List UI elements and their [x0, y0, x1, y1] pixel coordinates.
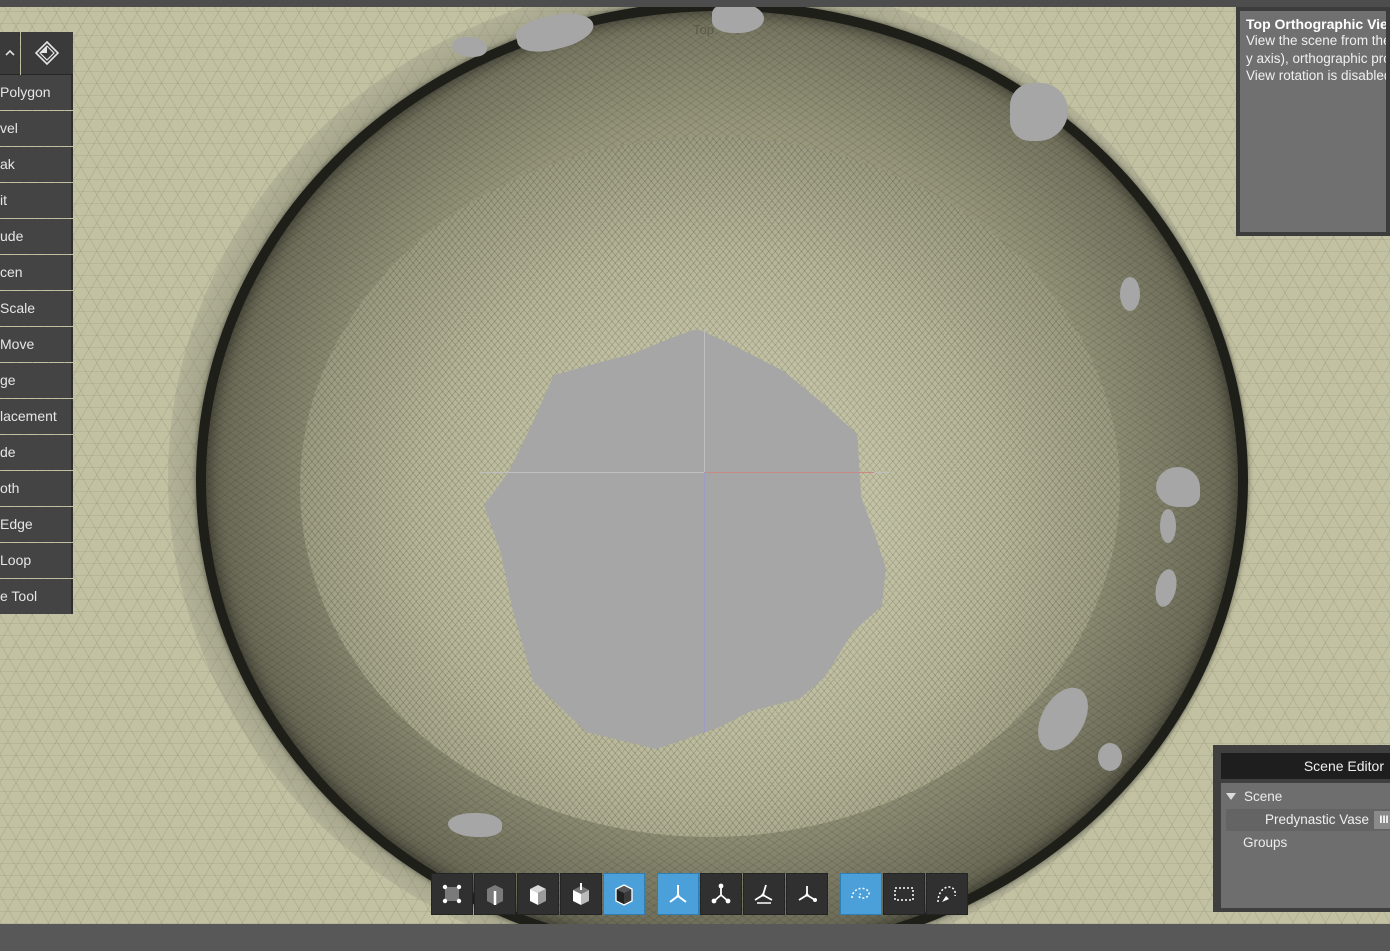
mesh-gap [1120, 277, 1140, 311]
transform-global-icon [669, 885, 687, 903]
tool-button[interactable]: Edge [0, 507, 73, 542]
edge-select-button[interactable] [474, 873, 516, 915]
chevron-up-icon [5, 49, 15, 56]
transform-local-icon [711, 883, 731, 904]
transform-normal-button[interactable] [743, 873, 785, 915]
collapse-button[interactable] [0, 32, 20, 75]
tool-button[interactable]: e Tool [0, 579, 73, 614]
edge-select-icon [487, 885, 503, 905]
tooltip-line: y axis), orthographic pro [1246, 50, 1386, 66]
tree-item-predynastic-vase[interactable]: Predynastic Vase III [1226, 809, 1390, 831]
tool-button[interactable]: Move [0, 327, 73, 362]
mesh-gap [1156, 467, 1200, 507]
tool-button[interactable]: it [0, 183, 73, 218]
tree-item-groups[interactable]: Groups [1243, 835, 1287, 850]
expand-triangle-icon[interactable] [1226, 793, 1236, 800]
z-axis-line [704, 472, 705, 732]
tool-panel: Polygon vel ak it ude cen Scale Move ge lacement d… [0, 32, 73, 614]
paint-select-icon [937, 886, 956, 903]
view-tooltip: Top Orthographic Vie View the scene from… [1236, 7, 1390, 236]
selection-toolbar [431, 873, 969, 915]
tool-button[interactable]: ude [0, 219, 73, 254]
top-border [0, 0, 1390, 7]
rect-select-button[interactable] [883, 873, 925, 915]
scene-tree: Scene Predynastic Vase III Groups [1221, 783, 1390, 908]
tool-button[interactable]: ge [0, 363, 73, 398]
lasso-select-button[interactable] [840, 873, 882, 915]
scene-editor-title: Scene Editor [1221, 753, 1390, 779]
tool-button[interactable]: lacement [0, 399, 73, 434]
tool-button[interactable]: Polygon [0, 75, 73, 110]
transform-local-button[interactable] [700, 873, 742, 915]
tool-button[interactable]: Loop [0, 543, 73, 578]
transform-global-button[interactable] [657, 873, 699, 915]
tool-button[interactable]: Scale [0, 291, 73, 326]
tooltip-line: View rotation is disabled [1246, 68, 1386, 83]
lasso-select-icon [851, 887, 870, 899]
mode-toggle-button[interactable] [21, 32, 73, 75]
toolbar-separator [829, 873, 840, 915]
mesh-gap [1160, 509, 1176, 543]
tool-button[interactable]: vel [0, 111, 73, 146]
vertex-select-button[interactable] [431, 873, 473, 915]
vertex-select-icon [442, 884, 462, 904]
tooltip-title: Top Orthographic Vie [1246, 16, 1386, 32]
tool-button[interactable]: cen [0, 255, 73, 290]
tooltip-line: View the scene from the [1246, 33, 1386, 48]
x-axis-line [704, 472, 874, 473]
tree-root-scene[interactable]: Scene [1226, 789, 1282, 804]
face-select-button[interactable] [517, 873, 559, 915]
view-label: Top [693, 22, 714, 37]
rect-select-icon [894, 887, 914, 901]
tool-button[interactable]: oth [0, 471, 73, 506]
mesh-gap [1098, 743, 1122, 771]
face-select-icon [530, 885, 546, 905]
tree-root-label: Scene [1244, 789, 1283, 804]
visibility-toggle[interactable]: III [1374, 811, 1390, 829]
tool-panel-header [0, 32, 73, 75]
status-bar [0, 924, 1390, 951]
3d-viewport[interactable]: Top [0, 7, 1390, 924]
object-select-icon [615, 884, 633, 906]
tree-item-label: Predynastic Vase [1265, 812, 1370, 827]
transform-normal-icon [754, 884, 773, 904]
transform-screen-button[interactable] [786, 873, 828, 915]
paint-select-button[interactable] [926, 873, 968, 915]
element-select-button[interactable] [560, 873, 602, 915]
tool-button[interactable]: de [0, 435, 73, 470]
tool-button[interactable]: ak [0, 147, 73, 182]
transform-screen-icon [798, 886, 817, 902]
scene-editor-panel: Scene Editor Scene Predynastic Vase III … [1213, 745, 1390, 912]
diamond-layers-icon [34, 40, 60, 66]
object-select-button[interactable] [603, 873, 645, 915]
toolbar-separator [646, 873, 657, 915]
element-select-icon [573, 883, 589, 905]
